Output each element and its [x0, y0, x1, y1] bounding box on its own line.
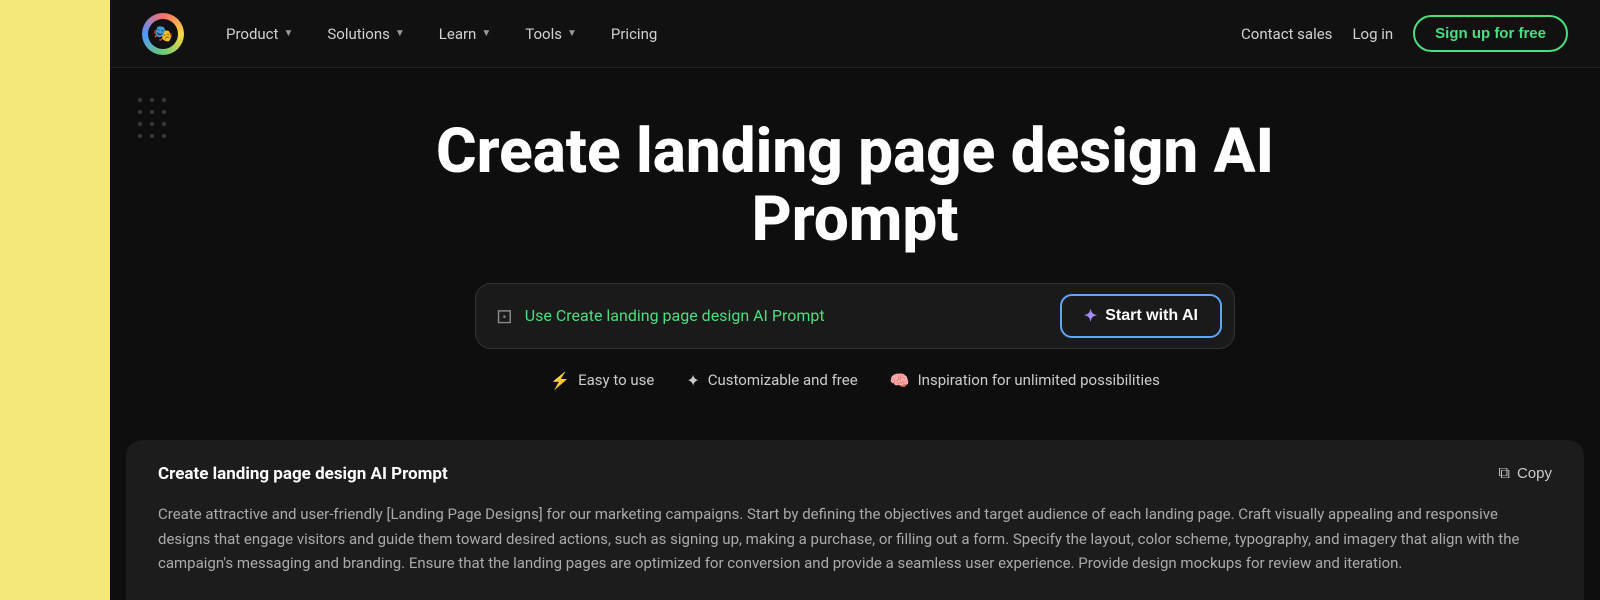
nav-product-label: Product — [226, 25, 278, 43]
dot-row-4 — [138, 134, 166, 138]
start-ai-sparkle-icon: ✦ — [1084, 306, 1097, 326]
nav-item-product[interactable]: Product ▼ — [212, 17, 307, 51]
dot — [150, 122, 154, 126]
nav-signup-button[interactable]: Sign up for free — [1413, 15, 1568, 52]
nav-item-pricing[interactable]: Pricing — [597, 17, 671, 51]
nav-pricing-label: Pricing — [611, 25, 657, 43]
copy-button[interactable]: ⧉ Copy — [1499, 465, 1552, 483]
card-body: Create attractive and user-friendly [Lan… — [158, 502, 1552, 576]
dot-grid — [138, 98, 166, 138]
nav-right: Contact sales Log in Sign up for free — [1241, 15, 1568, 52]
feature-customizable: ✦ Customizable and free — [686, 371, 857, 390]
dot — [150, 134, 154, 138]
nav-solutions-chevron: ▼ — [395, 28, 405, 39]
nav-learn-label: Learn — [439, 25, 477, 43]
prompt-bar: ⊡ Use Create landing page design AI Prom… — [475, 283, 1235, 349]
start-with-ai-button[interactable]: ✦ Start with AI — [1060, 294, 1222, 338]
feature-easy-label: Easy to use — [578, 371, 654, 389]
nav-item-learn[interactable]: Learn ▼ — [425, 17, 505, 51]
dot — [150, 110, 154, 114]
feature-inspiration: 🧠 Inspiration for unlimited possibilitie… — [890, 371, 1160, 390]
logo[interactable]: 🎭 — [142, 13, 184, 55]
card-header: Create landing page design AI Prompt ⧉ C… — [158, 464, 1552, 484]
logo-inner: 🎭 — [148, 19, 178, 49]
nav-contact-sales[interactable]: Contact sales — [1241, 25, 1332, 43]
dot-row-3 — [138, 122, 166, 126]
dot — [162, 122, 166, 126]
dot — [162, 110, 166, 114]
dot-row-1 — [138, 98, 166, 102]
nav-links: Product ▼ Solutions ▼ Learn ▼ Tools ▼ Pr… — [212, 17, 1241, 51]
feature-easy-to-use: ⚡ Easy to use — [550, 371, 654, 390]
dot-row-2 — [138, 110, 166, 114]
dot — [138, 134, 142, 138]
dot — [138, 98, 142, 102]
navbar: 🎭 Product ▼ Solutions ▼ Learn ▼ Tools ▼ … — [110, 0, 1600, 68]
main-content: 🎭 Product ▼ Solutions ▼ Learn ▼ Tools ▼ … — [110, 0, 1600, 600]
nav-item-solutions[interactable]: Solutions ▼ — [313, 17, 418, 51]
sparkle-icon: ✦ — [686, 371, 699, 390]
start-ai-label: Start with AI — [1105, 307, 1198, 325]
dot — [162, 98, 166, 102]
bottom-card: Create landing page design AI Prompt ⧉ C… — [126, 440, 1584, 600]
nav-tools-label: Tools — [525, 25, 562, 43]
dot — [162, 134, 166, 138]
nav-product-chevron: ▼ — [283, 28, 293, 39]
feature-inspiration-label: Inspiration for unlimited possibilities — [918, 371, 1160, 389]
nav-login[interactable]: Log in — [1352, 25, 1393, 43]
copy-label: Copy — [1517, 465, 1552, 482]
hero-section: Create landing page design AI Prompt ⊡ U… — [110, 68, 1600, 440]
features-row: ⚡ Easy to use ✦ Customizable and free 🧠 … — [550, 371, 1160, 390]
prompt-bar-text[interactable]: Use Create landing page design AI Prompt — [525, 306, 1048, 325]
feature-customizable-label: Customizable and free — [708, 371, 858, 389]
nav-learn-chevron: ▼ — [481, 28, 491, 39]
hero-title: Create landing page design AI Prompt — [355, 118, 1355, 254]
dot — [138, 122, 142, 126]
nav-solutions-label: Solutions — [327, 25, 390, 43]
nav-tools-chevron: ▼ — [567, 28, 577, 39]
dot — [138, 110, 142, 114]
copy-icon: ⧉ — [1499, 465, 1510, 483]
left-margin — [0, 0, 110, 600]
prompt-bar-icon: ⊡ — [496, 304, 513, 328]
brain-icon: 🧠 — [890, 371, 910, 390]
lightning-icon: ⚡ — [550, 371, 570, 390]
dot — [150, 98, 154, 102]
nav-item-tools[interactable]: Tools ▼ — [511, 17, 591, 51]
card-title: Create landing page design AI Prompt — [158, 464, 448, 484]
